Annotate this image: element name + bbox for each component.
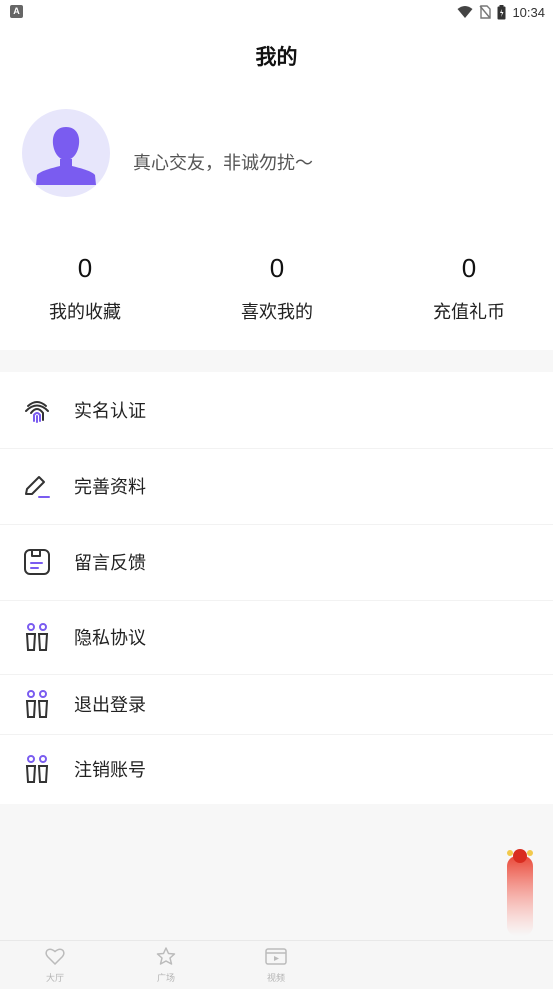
no-sim-icon [479, 5, 492, 19]
settings-menu: 实名认证 完善资料 留言反馈 隐私协议 退出登录 注销账号 [0, 372, 553, 804]
heart-icon [45, 948, 65, 966]
floating-gift-decoration[interactable] [498, 848, 543, 936]
tab-label: 视频 [266, 974, 285, 984]
menu-label: 退出登录 [74, 695, 146, 716]
stat-liked-me[interactable]: 0 喜欢我的 [197, 250, 357, 324]
menu-label: 隐私协议 [74, 628, 146, 649]
tab-square[interactable]: 广场 [136, 947, 196, 984]
header: 我的 [0, 24, 553, 90]
avatar[interactable] [22, 109, 110, 197]
battery-icon [497, 4, 506, 19]
stat-label: 喜欢我的 [241, 302, 313, 323]
privacy-icon [22, 622, 52, 652]
bottom-tab-bar: 大厅 广场 视频 [0, 940, 553, 989]
menu-item-logout[interactable]: 退出登录 [0, 674, 553, 735]
tab-label: 大厅 [45, 974, 64, 984]
tab-video[interactable]: 视频 [246, 947, 306, 984]
menu-label: 完善资料 [74, 477, 146, 498]
delete-account-icon [22, 754, 52, 784]
stat-favorites[interactable]: 0 我的收藏 [5, 250, 165, 324]
profile-motto: 真心交友，非诚勿扰～ [133, 153, 313, 174]
stats-row: 0 我的收藏 0 喜欢我的 0 充值礼币 [0, 250, 553, 330]
feedback-icon [22, 547, 52, 577]
stat-value: 0 [461, 253, 477, 283]
stat-value: 0 [269, 253, 285, 283]
tab-label: 广场 [156, 974, 175, 984]
notification-badge: A [10, 5, 23, 18]
edit-icon [22, 471, 52, 501]
stat-label: 充值礼币 [433, 302, 505, 323]
menu-label: 实名认证 [74, 401, 146, 422]
fingerprint-icon [22, 395, 52, 425]
menu-label: 留言反馈 [74, 553, 146, 574]
menu-item-privacy[interactable]: 隐私协议 [0, 600, 553, 675]
status-bar: A 10:34 [0, 0, 553, 24]
menu-item-complete-profile[interactable]: 完善资料 [0, 448, 553, 525]
stat-coins[interactable]: 0 充值礼币 [389, 250, 549, 324]
stat-label: 我的收藏 [49, 302, 121, 323]
tab-hall[interactable]: 大厅 [25, 947, 85, 984]
video-icon [265, 948, 287, 965]
page-title: 我的 [255, 45, 298, 69]
profile-card: 真心交友，非诚勿扰～ 0 我的收藏 0 喜欢我的 0 充值礼币 [0, 90, 553, 350]
user-silhouette-icon [36, 127, 96, 185]
stat-value: 0 [77, 253, 93, 283]
clock: 10:34 [512, 4, 545, 20]
star-icon [156, 947, 176, 965]
menu-item-delete-account[interactable]: 注销账号 [0, 734, 553, 804]
menu-label: 注销账号 [74, 760, 146, 781]
status-icons: 10:34 [457, 3, 545, 21]
wifi-icon [457, 6, 473, 18]
menu-item-verify[interactable]: 实名认证 [0, 372, 553, 449]
menu-item-feedback[interactable]: 留言反馈 [0, 524, 553, 601]
logout-icon [22, 689, 52, 719]
